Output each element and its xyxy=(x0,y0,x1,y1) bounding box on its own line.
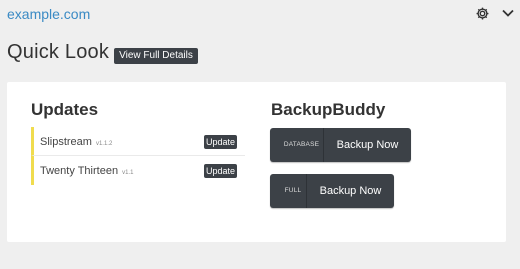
top-bar: example.com xyxy=(0,0,520,30)
update-button[interactable]: Update xyxy=(204,135,237,149)
chevron-down-icon[interactable] xyxy=(502,8,514,18)
update-item-version: v1.1.2 xyxy=(95,141,113,147)
backup-action-label: Backup Now xyxy=(319,185,382,197)
page-title: Quick Look xyxy=(7,41,110,63)
update-item-version: v1.1 xyxy=(122,170,134,176)
update-item-title: Twenty Thirteen xyxy=(40,165,119,177)
update-button[interactable]: Update xyxy=(204,164,237,178)
gear-icon[interactable] xyxy=(475,6,490,21)
updates-list: Slipstream v1.1.2 Update Twenty Thirteen v… xyxy=(31,127,245,185)
site-link[interactable]: example.com xyxy=(7,6,90,22)
update-item-name: Twenty Thirteen v1.1 xyxy=(40,165,133,177)
backupbuddy-heading: BackupBuddy xyxy=(271,100,386,119)
updates-heading: Updates xyxy=(31,100,99,119)
update-item: Twenty Thirteen v1.1 Update xyxy=(31,156,245,185)
backup-action-label: Backup Now xyxy=(336,139,399,151)
full-backup-button[interactable]: FULL Backup Now xyxy=(270,174,394,208)
update-item: Slipstream v1.1.2 Update xyxy=(31,127,245,156)
database-backup-button[interactable]: DATABASE Backup Now xyxy=(270,128,411,162)
backup-type-label: DATABASE xyxy=(270,128,324,162)
update-item-name: Slipstream v1.1.2 xyxy=(40,136,112,148)
view-full-details-button[interactable]: View Full Details xyxy=(114,48,198,64)
update-item-title: Slipstream xyxy=(40,136,92,148)
backup-type-label: FULL xyxy=(270,174,307,208)
